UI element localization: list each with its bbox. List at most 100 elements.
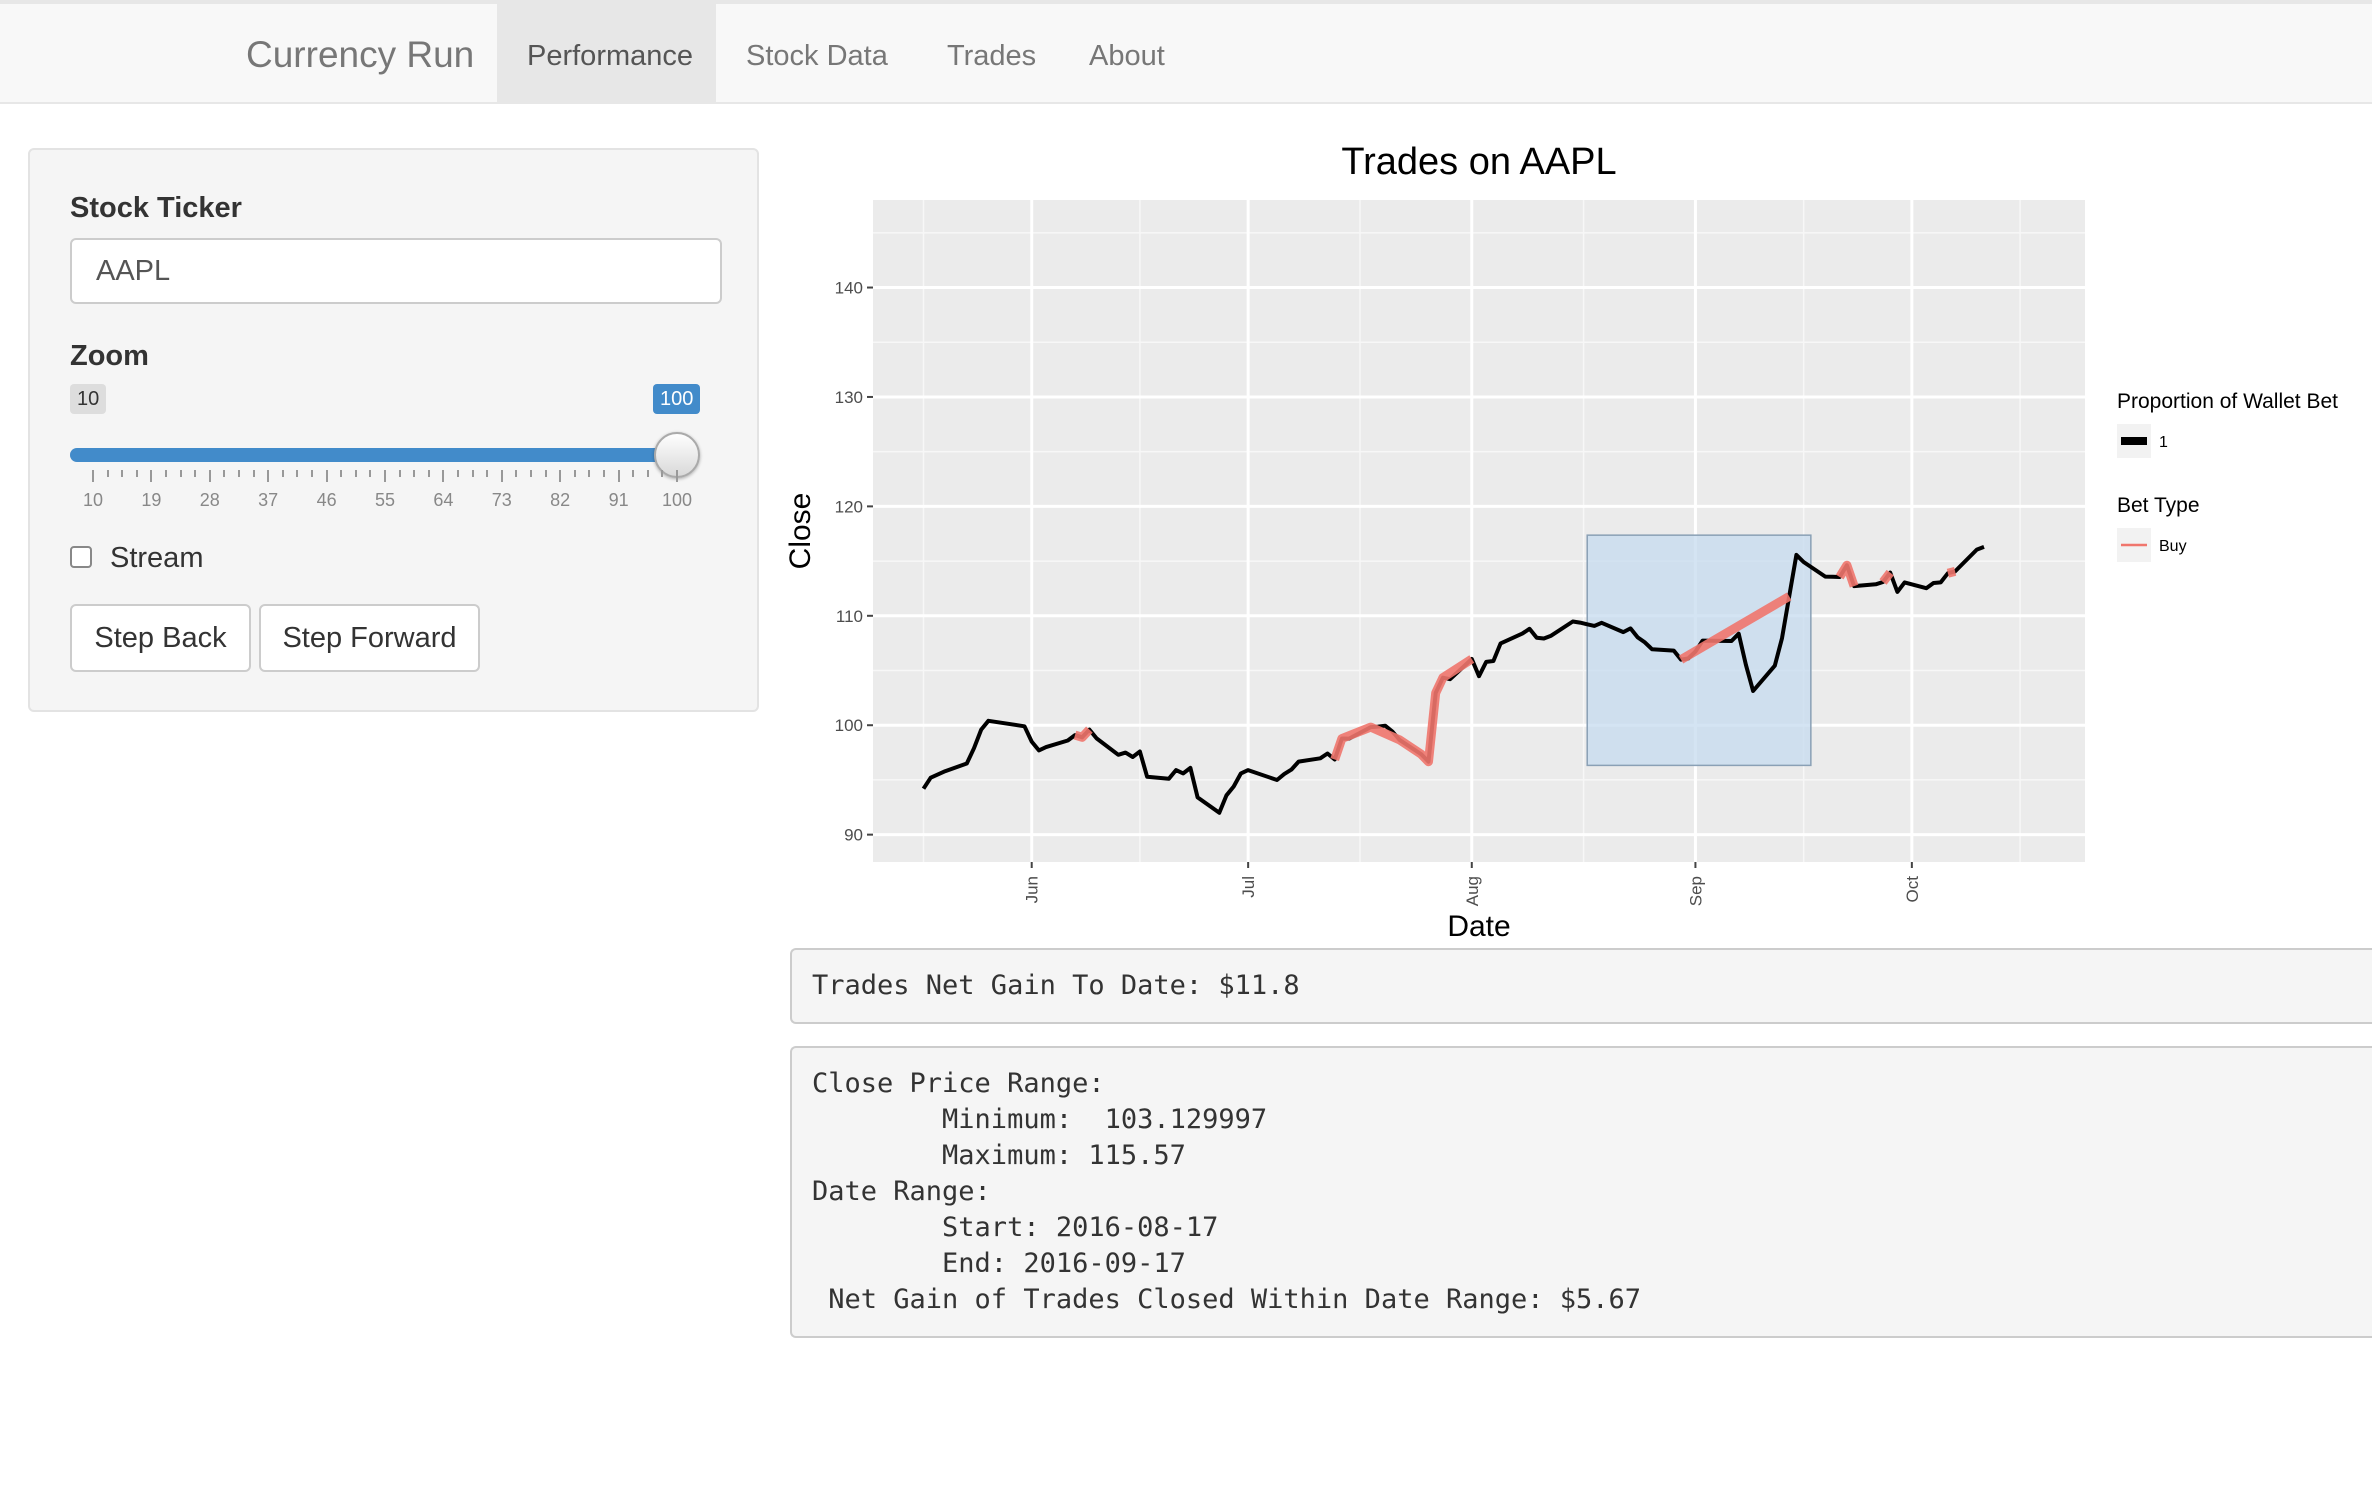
zoom-minor-tick <box>135 470 138 477</box>
x-tick-label: Jul <box>1239 876 1258 898</box>
zoom-minor-tick <box>588 470 591 477</box>
zoom-value-badge: 100 <box>653 384 701 414</box>
step-back-button[interactable]: Step Back <box>70 604 251 672</box>
zoom-minor-tick <box>354 470 357 477</box>
legend-color-title: Bet Type <box>2117 494 2200 517</box>
zoom-min-badge: 10 <box>70 384 107 414</box>
zoom-tick-label: 73 <box>491 490 512 510</box>
zoom-tick-label: 55 <box>374 490 396 510</box>
zoom-major-tick <box>559 470 562 482</box>
zoom-tick-label: 64 <box>433 490 454 510</box>
tab-performance[interactable]: Performance <box>497 4 716 102</box>
zoom-minor-tick <box>311 470 313 477</box>
zoom-tick-label: 10 <box>82 490 104 510</box>
zoom-minor-tick <box>223 470 226 477</box>
zoom-tick-label: 100 <box>661 490 693 510</box>
zoom-tick-label: 19 <box>141 490 162 510</box>
zoom-major-tick <box>150 470 153 482</box>
zoom-minor-tick <box>603 470 605 477</box>
summary-line: Start: 2016-08-17 <box>812 1212 1219 1243</box>
zoom-slider[interactable]: 10 100 10 19 28 37 46 55 64 73 82 91 100 <box>70 384 722 510</box>
zoom-minor-tick <box>646 470 649 477</box>
net-gain-output: Trades Net Gain To Date: $11.8 <box>790 948 2372 1024</box>
x-tick-label: Aug <box>1463 876 1482 906</box>
zoom-minor-tick <box>573 470 576 477</box>
tab-about[interactable]: About <box>1059 4 1199 102</box>
zoom-minor-tick <box>457 470 459 477</box>
tab-trades[interactable]: Trades <box>917 4 1057 102</box>
zoom-minor-tick <box>165 470 167 477</box>
zoom-slider-track[interactable] <box>70 432 700 478</box>
zoom-tick-label: 91 <box>608 490 629 510</box>
legend-buy-label: Buy <box>2159 538 2187 555</box>
zoom-minor-tick <box>398 470 401 477</box>
zoom-minor-tick <box>252 470 255 477</box>
zoom-minor-tick <box>121 470 124 477</box>
legend-size-value: 1 <box>2159 434 2168 451</box>
buy-trade-segment <box>1879 569 1894 585</box>
y-tick-label: 130 <box>835 388 863 407</box>
zoom-minor-tick <box>413 470 416 477</box>
summary-line: Date Range: <box>812 1176 991 1207</box>
zoom-major-tick <box>325 470 328 482</box>
legend-size-title: Proportion of Wallet Bet <box>2117 390 2338 413</box>
zoom-minor-tick <box>471 470 474 477</box>
buy-trade-segment <box>1946 567 1957 578</box>
plot-panel <box>873 200 2085 862</box>
x-tick-label: Sep <box>1686 876 1705 906</box>
y-tick-label: 100 <box>835 716 863 735</box>
zoom-minor-tick <box>486 470 489 477</box>
zoom-minor-tick <box>296 470 299 477</box>
summary-line: Maximum: 115.57 <box>812 1140 1186 1171</box>
step-forward-button[interactable]: Step Forward <box>259 604 480 672</box>
x-tick-label: Jun <box>1023 876 1042 903</box>
zoom-major-tick <box>617 470 620 482</box>
y-axis-title: Close <box>784 493 817 570</box>
trades-chart: Trades on AAPL 90 100 110 120 130 140 Jun Jul Aug… <box>784 141 2338 943</box>
zoom-major-tick <box>208 470 211 482</box>
zoom-minor-tick <box>281 470 284 477</box>
zoom-minor-tick <box>106 470 109 477</box>
zoom-label: Zoom <box>70 340 149 372</box>
zoom-major-tick <box>384 470 386 482</box>
stock-ticker-input[interactable] <box>70 238 722 304</box>
summary-line: Close Price Range: <box>812 1068 1105 1099</box>
zoom-major-tick <box>92 470 94 482</box>
zoom-minor-tick <box>179 470 182 477</box>
zoom-major-tick <box>676 470 678 482</box>
zoom-minor-tick <box>238 470 240 477</box>
zoom-tick-label: 28 <box>199 490 220 510</box>
zoom-tick-label: 82 <box>550 490 571 510</box>
y-tick-label: 110 <box>836 607 863 626</box>
zoom-minor-tick <box>427 470 430 477</box>
sidebar-panel: Stock Ticker Zoom 10 100 10 19 28 37 46 55 64 7… <box>28 148 759 712</box>
zoom-major-tick <box>500 470 503 482</box>
zoom-minor-tick <box>632 470 635 477</box>
app-brand[interactable]: Currency Run <box>246 34 474 76</box>
summary-line: End: 2016-09-17 <box>812 1248 1186 1279</box>
zoom-major-tick <box>267 470 270 482</box>
zoom-minor-tick <box>194 470 197 477</box>
chart-title: Trades on AAPL <box>1341 141 1616 183</box>
zoom-slider-fill <box>70 448 677 462</box>
zoom-major-tick <box>442 470 445 482</box>
summary-line: Net Gain of Trades Closed Within Date Ra… <box>812 1284 1642 1315</box>
zoom-minor-tick <box>369 470 372 477</box>
y-tick-label: 140 <box>835 279 863 298</box>
stock-ticker-label: Stock Ticker <box>70 192 242 224</box>
zoom-minor-tick <box>544 470 547 477</box>
zoom-minor-tick <box>530 470 532 477</box>
zoom-tick-label: 37 <box>258 490 279 510</box>
stream-label: Stream <box>110 542 204 574</box>
zoom-minor-tick <box>340 470 343 477</box>
stream-checkbox[interactable] <box>70 546 92 568</box>
range-summary-output: Close Price Range: Minimum: 103.129997 M… <box>790 1046 2372 1338</box>
zoom-tick-label: 46 <box>316 490 337 510</box>
y-tick-label: 90 <box>844 826 863 845</box>
summary-line: Minimum: 103.129997 <box>812 1104 1268 1135</box>
zoom-minor-tick <box>515 470 518 477</box>
x-tick-label: Oct <box>1903 876 1922 903</box>
navbar: Currency Run Performance Stock Data Trad… <box>0 0 2372 104</box>
tab-stock-data[interactable]: Stock Data <box>716 4 927 102</box>
zoom-minor-tick <box>661 470 664 477</box>
